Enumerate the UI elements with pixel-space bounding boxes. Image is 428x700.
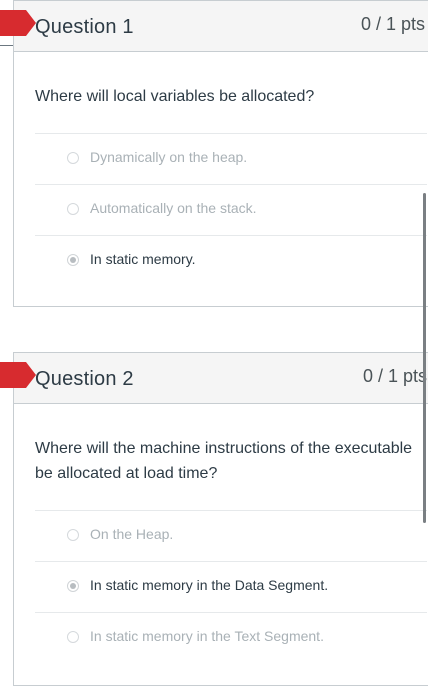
answer-option[interactable]: Automatically on the stack. xyxy=(35,184,427,235)
answer-label: In static memory. xyxy=(90,251,196,267)
question-title: Question 1 xyxy=(35,16,134,38)
question-text: Where will the machine instructions of t… xyxy=(35,436,427,486)
scrollbar[interactable] xyxy=(423,193,426,523)
answer-label: In static memory in the Text Segment. xyxy=(90,628,324,644)
question-text: Where will local variables be allocated? xyxy=(35,88,315,105)
question-header: Question 1 0 / 1 pts xyxy=(0,1,428,52)
answer-label: Dynamically on the heap. xyxy=(90,149,248,165)
question-header: Question 2 0 / 1 pts xyxy=(0,353,428,404)
incorrect-flag-icon xyxy=(0,10,36,36)
question-card-2: Question 2 0 / 1 pts Where will the mach… xyxy=(0,352,428,686)
radio-button-selected-icon[interactable] xyxy=(67,580,79,592)
question-title: Question 2 xyxy=(35,368,134,390)
answer-label: In static memory in the Data Segment. xyxy=(90,577,329,593)
question-text-line: be allocated at load time? xyxy=(35,465,218,482)
answer-label: Automatically on the stack. xyxy=(90,200,257,216)
answer-option-selected[interactable]: In static memory in the Data Segment. xyxy=(35,561,427,612)
radio-button-icon[interactable] xyxy=(67,631,79,643)
radio-button-icon[interactable] xyxy=(67,152,79,164)
answer-option[interactable]: On the Heap. xyxy=(35,510,427,561)
radio-button-selected-icon[interactable] xyxy=(67,254,79,266)
answer-option-selected[interactable]: In static memory. xyxy=(35,235,427,286)
radio-button-icon[interactable] xyxy=(67,529,79,541)
question-card-1: Question 1 0 / 1 pts Where will local va… xyxy=(0,0,428,307)
question-points: 0 / 1 pts xyxy=(362,366,427,386)
question-points: 0 / 1 pts xyxy=(360,14,425,34)
answer-option[interactable]: Dynamically on the heap. xyxy=(35,133,427,184)
radio-button-icon[interactable] xyxy=(67,203,79,215)
answer-label: On the Heap. xyxy=(90,526,174,542)
question-text-line: Where will the machine instructions of t… xyxy=(35,440,413,457)
answer-option[interactable]: In static memory in the Text Segment. xyxy=(35,612,427,663)
incorrect-flag-icon xyxy=(0,362,36,388)
